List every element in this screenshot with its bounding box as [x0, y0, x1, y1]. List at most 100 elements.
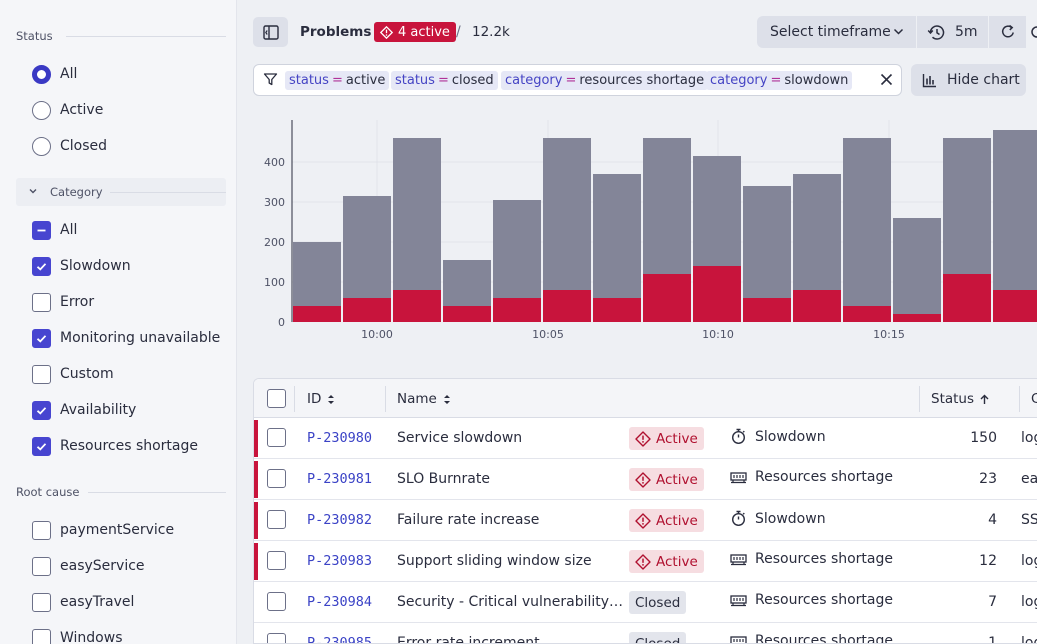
total-count: 12.2k	[472, 24, 510, 40]
radio[interactable]	[32, 136, 51, 156]
status-option-closed[interactable]: Closed	[32, 135, 107, 157]
category-option-custom[interactable]: Custom	[32, 363, 114, 385]
hide-chart-button[interactable]: Hide chart	[911, 64, 1026, 96]
bar-total	[843, 138, 891, 306]
refresh-button[interactable]	[989, 16, 1026, 48]
row-checkbox[interactable]	[267, 469, 286, 488]
filter-token[interactable]: status = closed	[391, 71, 498, 90]
bar-total	[593, 174, 641, 298]
checkbox-checked[interactable]	[32, 436, 51, 456]
event-count: 12	[979, 553, 997, 569]
active-count-badge[interactable]: 4 active	[374, 22, 456, 42]
alert-diamond-icon	[635, 553, 651, 570]
category-option-error[interactable]: Error	[32, 291, 94, 313]
problem-id-link[interactable]: P-230984	[307, 594, 372, 610]
problem-id-link[interactable]: P-230981	[307, 471, 372, 487]
event-count: 23	[979, 471, 997, 487]
filter-query-bar[interactable]: status = active status = closed category = res…	[253, 64, 902, 96]
category-label: Resources shortage	[755, 551, 894, 567]
radio[interactable]	[32, 100, 51, 120]
bar-active	[393, 290, 441, 322]
close-icon[interactable]	[880, 73, 893, 86]
problem-id-link[interactable]: P-230982	[307, 512, 372, 528]
token-operator: =	[331, 73, 343, 88]
problem-id-link[interactable]: P-230980	[307, 430, 372, 446]
checkbox-indeterminate[interactable]	[32, 220, 51, 240]
problem-id-link[interactable]: P-230985	[307, 635, 372, 643]
event-count: 150	[970, 430, 997, 446]
checkmark-icon	[36, 406, 47, 415]
column-header-extra[interactable]: C	[1031, 391, 1037, 407]
filter-token[interactable]: category = resources shortage	[501, 71, 709, 90]
memory-icon	[730, 552, 747, 567]
table-row[interactable]: P-230985 Error rate increment Closed Resour…	[254, 623, 1037, 644]
root-cause-option-easytravel[interactable]: easyTravel	[32, 591, 134, 613]
column-header-id[interactable]: ID	[307, 391, 335, 407]
checkbox[interactable]	[32, 592, 51, 612]
bar-total	[743, 186, 791, 298]
status-option-active[interactable]: Active	[32, 99, 103, 121]
sidebar-toggle-button[interactable]	[253, 17, 288, 47]
active-indicator	[254, 461, 258, 498]
checkbox[interactable]	[32, 292, 51, 312]
column-header-status[interactable]: Status	[931, 391, 989, 407]
bar-active	[643, 274, 691, 322]
refresh-interval-button[interactable]: 5m	[917, 16, 988, 48]
table-row[interactable]: P-230983 Support sliding window size Activ…	[254, 541, 1037, 582]
status-badge: Active	[629, 509, 704, 532]
bar-active	[943, 274, 991, 322]
status-option-all[interactable]: All	[32, 63, 77, 85]
table-row[interactable]: P-230981 SLO Burnrate Active Resources shor…	[254, 459, 1037, 500]
table-row[interactable]: P-230984 Security - Critical vulnerabilit…	[254, 582, 1037, 623]
problems-table: ID Name Status C P-230980 Service slowdow…	[253, 378, 1037, 644]
row-checkbox[interactable]	[267, 551, 286, 570]
row-checkbox[interactable]	[267, 592, 286, 611]
checkbox[interactable]	[32, 364, 51, 384]
row-checkbox[interactable]	[267, 633, 286, 643]
category-option-label: Monitoring unavailable	[60, 330, 221, 346]
overflow-control[interactable]	[1027, 16, 1037, 48]
select-all-checkbox[interactable]	[267, 389, 286, 408]
checkbox[interactable]	[32, 520, 51, 540]
filter-token[interactable]: category = slowdown	[706, 71, 853, 90]
category-label: Slowdown	[755, 428, 826, 445]
category-option-slowdown[interactable]: Slowdown	[32, 255, 131, 277]
status-option-label: Active	[60, 102, 104, 118]
status-label: Active	[656, 553, 698, 570]
row-checkbox[interactable]	[267, 510, 286, 529]
divider	[110, 192, 226, 193]
root-cause-option-easyservice[interactable]: easyService	[32, 555, 145, 577]
filter-sidebar: Status All Active Closed Category All Sl…	[0, 0, 237, 644]
checkmark-icon	[36, 442, 47, 451]
memory-icon	[730, 634, 747, 643]
chevron-down-icon	[893, 28, 904, 35]
problem-id-link[interactable]: P-230983	[307, 553, 372, 569]
status-badge: Active	[629, 427, 704, 450]
checkbox[interactable]	[32, 628, 51, 644]
checkbox[interactable]	[32, 556, 51, 576]
status-badge: Active	[629, 468, 704, 491]
column-header-name[interactable]: Name	[397, 391, 451, 407]
checkbox-checked[interactable]	[32, 400, 51, 420]
event-count: 1	[988, 635, 997, 644]
memory-icon	[730, 593, 747, 608]
filter-token[interactable]: status = active	[285, 71, 390, 90]
category-option-availability[interactable]: Availability	[32, 399, 136, 421]
category-option-all[interactable]: All	[32, 219, 77, 241]
checkbox-checked[interactable]	[32, 328, 51, 348]
radio-selected[interactable]	[32, 64, 51, 84]
table-row[interactable]: P-230982 Failure rate increase Active Slowd…	[254, 500, 1037, 541]
stopwatch-icon	[730, 510, 747, 527]
row-checkbox[interactable]	[267, 428, 286, 447]
timeframe-select[interactable]: Select timeframe	[757, 16, 916, 48]
table-row[interactable]: P-230980 Service slowdown Active Slowdown 15…	[254, 418, 1037, 459]
category-option-resources-shortage[interactable]: Resources shortage	[32, 435, 198, 457]
chevron-down-icon[interactable]	[28, 186, 38, 196]
category-option-monitoring-unavailable[interactable]: Monitoring unavailable	[32, 327, 220, 349]
divider	[66, 36, 226, 37]
root-cause-option-paymentservice[interactable]: paymentService	[32, 519, 174, 541]
status-label: Closed	[635, 635, 681, 644]
root-cause-option-windows[interactable]: Windows	[32, 627, 123, 644]
bar-active	[293, 306, 341, 322]
checkbox-checked[interactable]	[32, 256, 51, 276]
